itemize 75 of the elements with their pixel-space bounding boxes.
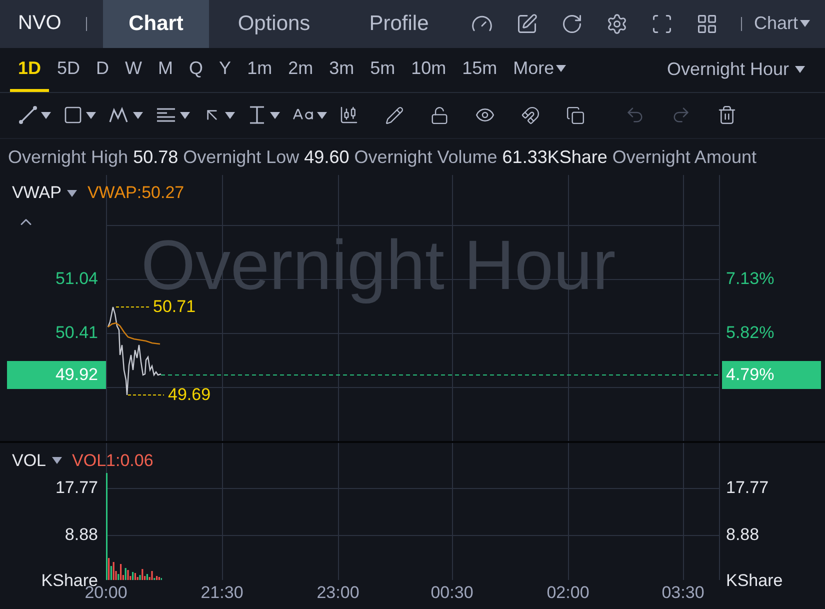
stat-value: 49.60 [304, 146, 350, 168]
period-tab[interactable]: Q [181, 48, 212, 92]
period-tab[interactable]: 1D [10, 48, 50, 92]
measure-icon [247, 105, 267, 126]
stat-label: Overnight Amount [612, 146, 756, 168]
caret-icon [52, 457, 62, 464]
caret-icon [225, 112, 235, 119]
caret-icon [270, 112, 280, 119]
copy-icon[interactable] [566, 106, 585, 125]
caret-icon [67, 190, 78, 197]
caret-icon [133, 112, 143, 119]
high-leader-line [116, 306, 151, 308]
period-tab[interactable]: 10m [403, 48, 454, 92]
indicator-name[interactable]: VWAP [12, 183, 62, 204]
price-tick: 51.04 [55, 269, 98, 290]
change-tick: 5.82% [726, 323, 774, 344]
period-tab[interactable]: 2m [280, 48, 322, 92]
stat-label: Overnight Volume [354, 146, 498, 168]
stat-value: 61.33KShare [502, 146, 608, 168]
change-tick: 7.13% [726, 269, 774, 290]
caret-icon [86, 112, 96, 119]
volume-tick: 8.88 [64, 524, 98, 545]
unlock-icon[interactable] [430, 106, 449, 125]
caret-icon [795, 66, 805, 74]
stat-label: Overnight Low [183, 146, 300, 168]
more-menu[interactable]: More [505, 48, 574, 92]
time-label: 23:00 [316, 583, 360, 604]
header-tab[interactable]: Options [209, 0, 339, 48]
caret-icon [800, 20, 810, 28]
line-tool[interactable] [18, 105, 51, 126]
candlestick-icon[interactable] [339, 105, 359, 126]
period-tab[interactable]: D [88, 48, 118, 92]
period-tab[interactable]: W [117, 48, 150, 92]
period-tab[interactable]: 5m [362, 48, 404, 92]
pencil-icon[interactable] [385, 106, 404, 125]
volume-tick: 17.77 [55, 478, 98, 498]
caret-icon [317, 112, 327, 119]
time-label: 00:30 [430, 583, 474, 604]
session-menu[interactable]: Overnight Hour [666, 48, 805, 92]
price-tick: 50.41 [55, 323, 98, 344]
delete-icon[interactable] [717, 105, 737, 126]
indicator-reading: VOL1:0.06 [72, 450, 154, 471]
volume-tick: KShare [726, 570, 783, 591]
period-tab[interactable]: 15m [454, 48, 506, 92]
period-tab[interactable]: 5D [49, 48, 88, 92]
period-tab[interactable]: 3m [321, 48, 362, 92]
period-tab[interactable]: 1m [239, 48, 280, 92]
last-price-tag: 49.92 [7, 361, 106, 390]
volume-tick: 8.88 [726, 524, 760, 545]
time-label: 21:30 [200, 583, 244, 604]
stat-value: 50.78 [133, 146, 178, 168]
low-leader-line [128, 394, 164, 396]
time-label: 02:00 [546, 583, 590, 604]
caret-icon [180, 112, 190, 119]
ticker-symbol: NVO [17, 11, 62, 36]
magnet-icon[interactable] [521, 106, 540, 125]
period-tab[interactable]: Y [211, 48, 240, 92]
header-tab[interactable]: Chart [103, 0, 209, 48]
measure-tool[interactable] [247, 105, 280, 126]
caret-icon [41, 112, 51, 119]
last-change-tag: 4.79% [722, 361, 821, 390]
pattern-tool[interactable] [108, 105, 143, 126]
stat-label: Overnight High [8, 146, 128, 168]
period-tab[interactable]: M [150, 48, 182, 92]
shape-tool[interactable] [63, 105, 96, 126]
line-icon [18, 105, 38, 126]
low-price-label: 49.69 [168, 385, 211, 406]
caret-icon [556, 64, 566, 72]
indicator-reading: VWAP:50.27 [87, 183, 184, 204]
volume-tick: 17.77 [726, 478, 769, 498]
indicator-name[interactable]: VOL [12, 450, 46, 471]
time-label: 03:30 [662, 583, 704, 604]
header-tab[interactable]: Profile [339, 0, 459, 48]
view-menu[interactable]: Chart [754, 0, 810, 48]
zigzag-icon [108, 105, 130, 126]
